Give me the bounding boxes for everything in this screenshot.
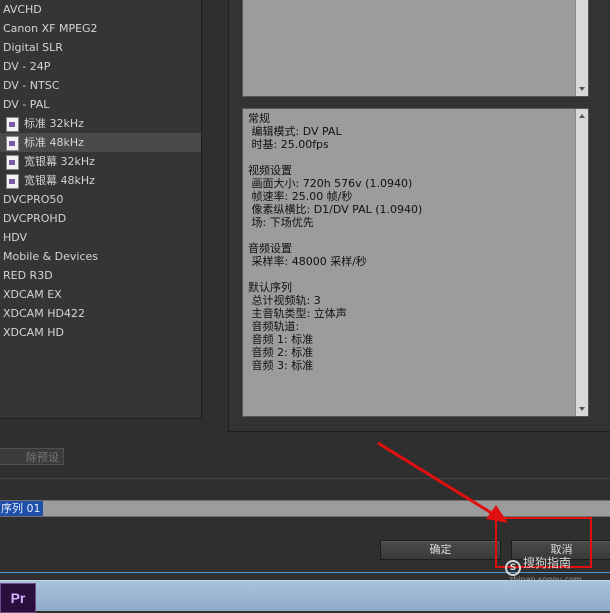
preset-file-icon	[6, 136, 19, 151]
preset-label: DV - NTSC	[3, 79, 60, 92]
preset-preview-box	[242, 0, 589, 97]
preset-folder-item[interactable]: HDV	[0, 228, 201, 247]
preset-file-icon	[6, 174, 19, 189]
preset-label: Mobile & Devices	[3, 250, 99, 263]
preset-label: XDCAM HD422	[3, 307, 85, 320]
watermark: S 搜狗指南	[505, 554, 571, 576]
preset-label: Digital SLR	[3, 41, 63, 54]
preset-folder-item[interactable]: RED R3D	[0, 266, 201, 285]
preset-folder-item[interactable]: XDCAM HD422	[0, 304, 201, 323]
preset-file-item[interactable]: 标准 32kHz	[0, 114, 201, 133]
preset-label: DV - PAL	[3, 98, 50, 111]
preset-folder-item[interactable]: DVCPRO50	[0, 190, 201, 209]
preset-file-icon	[6, 117, 19, 132]
preset-folder-item[interactable]: Mobile & Devices	[0, 247, 201, 266]
preset-label: HDV	[3, 231, 28, 244]
preset-folder-item[interactable]: DV - 24P	[0, 57, 201, 76]
preset-file-item[interactable]: 标准 48kHz	[0, 133, 201, 152]
preset-label: 宽银幕 48kHz	[24, 174, 95, 187]
preview-scrollbar[interactable]	[575, 0, 588, 96]
description-scrollbar[interactable]	[575, 109, 588, 416]
preset-folder-item[interactable]: DV - NTSC	[0, 76, 201, 95]
preset-label: 宽银幕 32kHz	[24, 155, 95, 168]
preset-description-box: 常规 编辑模式: DV PAL 时基: 25.00fps 视频设置 画面大小: …	[242, 108, 589, 417]
premiere-pro-taskbar-icon[interactable]: Pr	[0, 583, 36, 613]
preset-tree: AVCHD Canon XF MPEG2 Digital SLR DV - 24P DV…	[0, 0, 201, 342]
sequence-name-value: 序列 01	[0, 501, 43, 516]
preset-folder-item[interactable]: Canon XF MPEG2	[0, 19, 201, 38]
preset-label: 标准 48kHz	[24, 136, 84, 149]
preset-label: 标准 32kHz	[24, 117, 84, 130]
scroll-down-icon[interactable]	[579, 407, 585, 411]
scroll-down-icon[interactable]	[579, 87, 585, 91]
preset-folder-item[interactable]: DV - PAL	[0, 95, 201, 114]
preset-label: RED R3D	[3, 269, 53, 282]
preset-folder-item[interactable]: DVCPROHD	[0, 209, 201, 228]
ok-button[interactable]: 确定	[380, 540, 501, 560]
preset-file-item[interactable]: 宽银幕 32kHz	[0, 152, 201, 171]
delete-preset-button[interactable]: 除预设	[0, 448, 64, 465]
preset-folder-item[interactable]: AVCHD	[0, 0, 201, 19]
sogou-logo-icon: S	[505, 560, 521, 576]
preset-label: XDCAM HD	[3, 326, 64, 339]
preset-label: AVCHD	[3, 3, 42, 16]
preset-label: DV - 24P	[3, 60, 51, 73]
preset-label: Canon XF MPEG2	[3, 22, 98, 35]
scroll-up-icon[interactable]	[579, 114, 585, 118]
preset-folder-item[interactable]: Digital SLR	[0, 38, 201, 57]
taskbar: Pr	[0, 580, 610, 613]
preset-file-icon	[6, 155, 19, 170]
preset-folder-item[interactable]: XDCAM EX	[0, 285, 201, 304]
preset-file-item[interactable]: 宽银幕 48kHz	[0, 171, 201, 190]
preset-label: XDCAM EX	[3, 288, 62, 301]
preset-list-panel: AVCHD Canon XF MPEG2 Digital SLR DV - 24P DV…	[0, 0, 202, 419]
preset-label: DVCPROHD	[3, 212, 67, 225]
preset-folder-item[interactable]: XDCAM HD	[0, 323, 201, 342]
preset-description-text: 常规 编辑模式: DV PAL 时基: 25.00fps 视频设置 画面大小: …	[248, 112, 423, 372]
watermark-text: 搜狗指南	[523, 556, 572, 570]
preset-label: DVCPRO50	[3, 193, 64, 206]
